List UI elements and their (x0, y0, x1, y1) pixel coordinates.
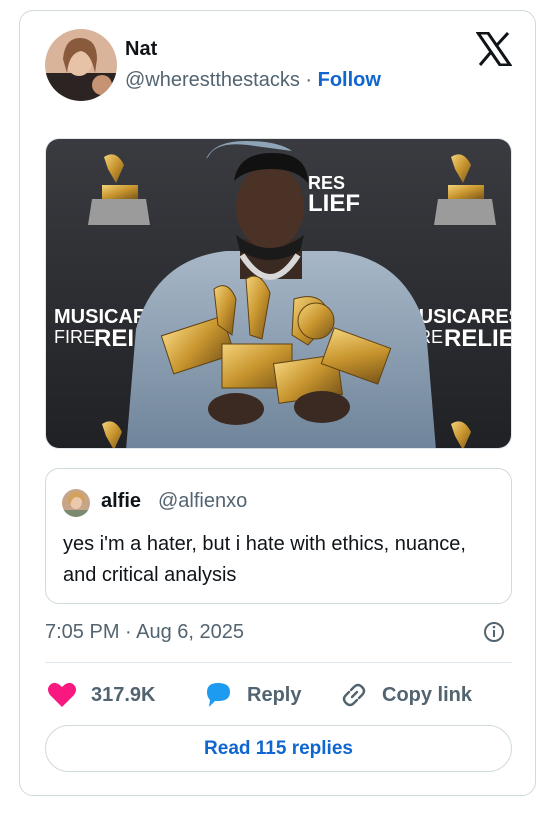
copy-link-button[interactable]: Copy link (340, 679, 472, 711)
copy-link-label: Copy link (382, 683, 473, 706)
quoted-name: alfie (101, 490, 142, 512)
like-count: 317.9K (91, 683, 156, 706)
separator-dot: · (305, 69, 313, 91)
svg-text:REI: REI (94, 325, 134, 352)
author-handle[interactable]: @wherestthestacks (125, 69, 300, 91)
author-name[interactable]: Nat (125, 38, 157, 61)
reply-button[interactable]: Reply (203, 679, 301, 711)
x-logo-icon[interactable] (475, 31, 513, 67)
reply-label: Reply (247, 683, 302, 706)
reply-bubble-icon (203, 681, 233, 709)
info-icon[interactable] (483, 621, 505, 643)
like-button[interactable]: 317.9K (47, 679, 156, 711)
tweet-card: Nat @wherestthestacks · Follow MUSICAR F… (19, 10, 536, 796)
author-avatar[interactable] (45, 29, 117, 101)
quoted-tweet[interactable]: alfie @alfienxo yes i'm a hater, but i h… (45, 468, 512, 604)
quoted-handle: @alfienxo (158, 490, 248, 512)
tweet-timestamp[interactable]: 7:05 PM · Aug 6, 2025 (45, 621, 244, 644)
svg-text:LIEF: LIEF (308, 190, 360, 217)
svg-text:FIRE: FIRE (54, 327, 95, 347)
read-replies-button[interactable]: Read 115 replies (45, 725, 512, 772)
author-handle-line: @wherestthestacks · Follow (125, 69, 381, 92)
link-icon (340, 681, 368, 709)
follow-button[interactable]: Follow (318, 69, 381, 91)
svg-text:RELIE: RELIE (444, 325, 512, 352)
quoted-text: yes i'm a hater, but i hate with ethics,… (63, 533, 466, 586)
tweet-photo[interactable]: MUSICAR FIRE REI MUSICARES FIRE RELIE RE… (45, 138, 512, 449)
quoted-avatar[interactable] (62, 489, 90, 517)
heart-icon (47, 681, 77, 709)
divider (45, 662, 512, 663)
